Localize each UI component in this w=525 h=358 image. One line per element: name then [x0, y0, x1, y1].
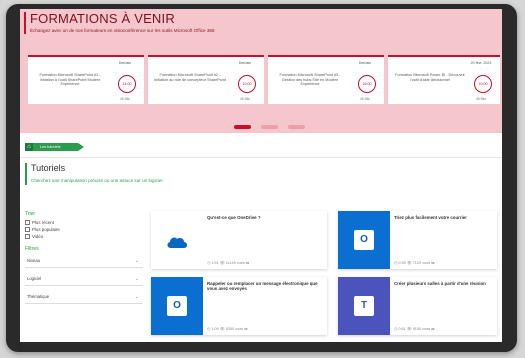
event-time: 10:00 — [238, 75, 256, 93]
checkbox[interactable] — [25, 220, 30, 225]
carousel-dot[interactable] — [288, 125, 305, 129]
banner-accent-bar — [24, 12, 26, 34]
device-frame: FORMATIONS À VENIR Échangez avec un de n… — [6, 4, 517, 352]
event-card[interactable]: Formation Microsoft SharePoint #1 - Init… — [28, 55, 144, 104]
carousel-pagination — [234, 116, 315, 134]
tutorial-card[interactable]: O Rappeler ou remplacer un message élect… — [151, 277, 327, 335]
section-accent-bar — [25, 163, 27, 185]
option-label: Vidéo — [32, 234, 44, 239]
chevron-down-icon: ⌄ — [134, 276, 139, 282]
option-label: Plus récent — [32, 220, 54, 225]
event-time: 14:00 — [118, 75, 136, 93]
filter-panel: Trier Plus récent Plus populaire Vidéo F… — [25, 211, 143, 304]
sort-label: Trier — [25, 211, 36, 217]
select-value: Niveau — [27, 258, 41, 263]
event-date: 20 févr. 2023 — [470, 61, 492, 65]
sort-option[interactable]: Vidéo — [25, 234, 143, 239]
tutorial-meta: ◷ 1:00 👁 5350 vues ⇆ — [207, 327, 248, 331]
event-duration: 45 Min — [119, 97, 131, 101]
filter-label: Filtres — [25, 246, 39, 252]
breadcrumb-label: Les tutoriels — [40, 145, 61, 149]
event-date: Demain — [238, 61, 252, 65]
carousel-dot[interactable] — [234, 125, 251, 129]
tutorial-card[interactable]: Qu'est-ce que OneDrive ? ◷ 1:51 👁 11149 … — [151, 211, 327, 269]
outlook-icon: O — [354, 230, 374, 250]
event-title: Formation Microsoft Power BI - Découvrir… — [395, 73, 465, 82]
tutorial-title: Rappeler ou remplacer un message électro… — [207, 281, 318, 292]
option-label: Plus populaire — [32, 227, 60, 232]
event-time: 10:00 — [474, 75, 492, 93]
select-value: Logiciel — [27, 276, 42, 281]
event-time: 16:00 — [358, 75, 376, 93]
onedrive-cloud-icon — [167, 237, 187, 248]
event-date: Demain — [118, 61, 132, 65]
event-duration: 45 Min — [475, 97, 487, 101]
carousel-dot[interactable] — [261, 125, 278, 129]
chevron-down-icon: ⌄ — [134, 258, 139, 264]
section-title: Tutoriels — [31, 163, 66, 173]
software-select[interactable]: Logiciel ⌄ — [25, 273, 143, 286]
breadcrumb[interactable]: Les tutoriels — [25, 143, 84, 151]
event-title: Formation Microsoft SharePoint #1 - Init… — [39, 73, 101, 87]
banner-subtitle: Échangez avec un de nos formateurs en vi… — [30, 28, 215, 33]
tutorial-meta: ◷ 1:51 👁 11149 vues ⇆ — [207, 261, 249, 265]
event-card[interactable]: Formation Microsoft Power BI - Découvrir… — [388, 55, 500, 104]
tutorial-meta: ◷ 0:35 👁 7129 vues ⇆ — [394, 261, 435, 265]
select-value: Thématique — [27, 294, 50, 299]
section-subtitle: Cherchez une manipulation précise ou une… — [31, 178, 163, 183]
tutorial-thumbnail: T — [338, 277, 390, 335]
event-title: Formation Microsoft SharePoint #3 - Gest… — [279, 73, 341, 87]
level-select[interactable]: Niveau ⌄ — [25, 255, 143, 268]
event-card[interactable]: Formation Microsoft SharePoint #2 - Init… — [148, 55, 264, 104]
checkbox[interactable] — [25, 227, 30, 232]
event-duration: 45 Min — [239, 97, 251, 101]
banner-title: FORMATIONS À VENIR — [30, 11, 175, 26]
tutorial-thumbnail — [151, 211, 203, 269]
event-date: Demain — [358, 61, 372, 65]
event-duration: 45 Min — [359, 97, 371, 101]
screen: FORMATIONS À VENIR Échangez avec un de n… — [20, 9, 502, 342]
sort-option[interactable]: Plus récent — [25, 220, 143, 225]
chevron-down-icon: ⌄ — [134, 294, 139, 300]
tutorial-title: Triez plus facilement votre courrier — [394, 215, 467, 220]
tutorial-card[interactable]: O Triez plus facilement votre courrier ◷… — [338, 211, 497, 269]
home-icon[interactable]: ⌂ — [25, 143, 33, 151]
tutorial-meta: ◷ 0:51 👁 9150 vues ⇆ — [394, 327, 435, 331]
theme-select[interactable]: Thématique ⌄ — [25, 291, 143, 304]
tutorial-title: Créer plusieurs salles à partir d'une ré… — [394, 281, 486, 286]
event-title: Formation Microsoft SharePoint #2 - Init… — [154, 73, 226, 82]
tutorial-thumbnail: O — [338, 211, 390, 269]
teams-icon: T — [354, 296, 374, 316]
event-card[interactable]: Formation Microsoft SharePoint #3 - Gest… — [268, 55, 384, 104]
upcoming-trainings-banner: FORMATIONS À VENIR Échangez avec un de n… — [20, 9, 502, 133]
outlook-icon: O — [167, 296, 187, 316]
sort-option[interactable]: Plus populaire — [25, 227, 143, 232]
tutorial-card[interactable]: T Créer plusieurs salles à partir d'une … — [338, 277, 497, 335]
tutorial-thumbnail: O — [151, 277, 203, 335]
checkbox[interactable] — [25, 234, 30, 239]
divider — [20, 157, 502, 158]
tutorial-title: Qu'est-ce que OneDrive ? — [207, 215, 261, 220]
